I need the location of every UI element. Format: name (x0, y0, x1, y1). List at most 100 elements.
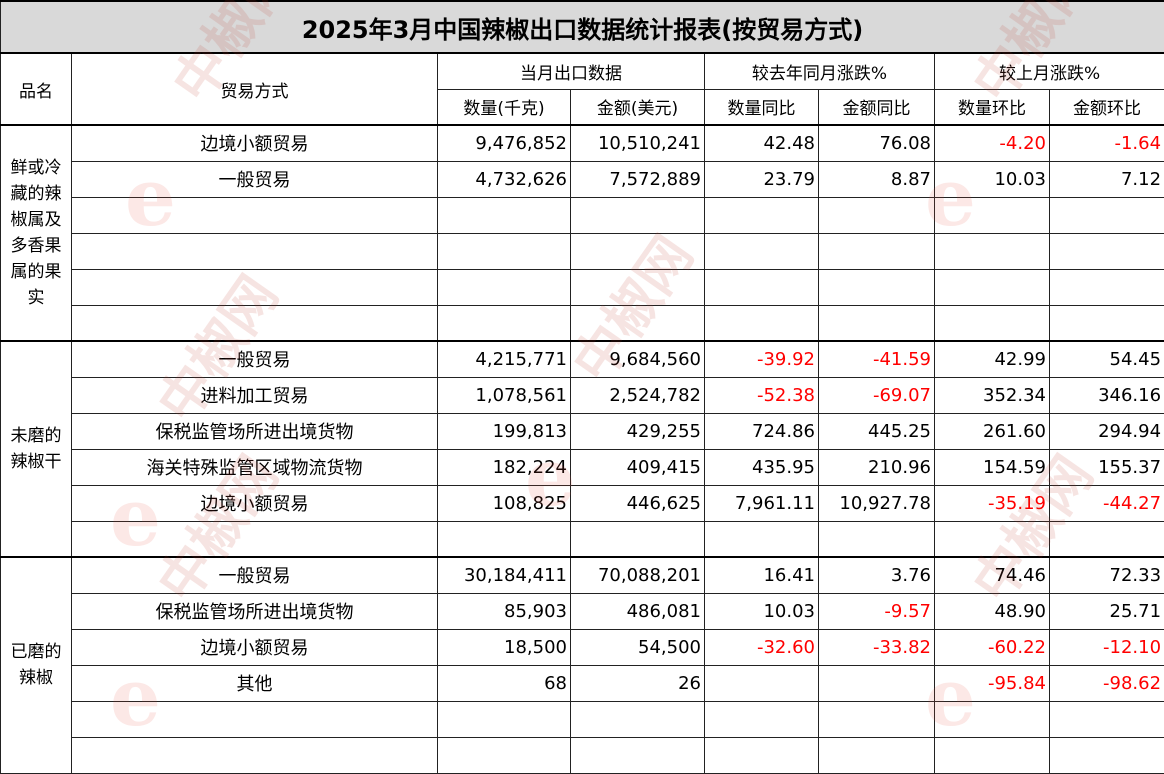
qty-yoy-cell (705, 521, 819, 557)
amount-yoy-cell (819, 305, 935, 341)
qty-cell: 85,903 (438, 593, 571, 629)
trade-mode-cell: 边境小额贸易 (72, 125, 438, 161)
amount-mom-cell: 155.37 (1050, 449, 1164, 485)
qty-mom-cell: 154.59 (935, 449, 1050, 485)
amount-cell (571, 197, 705, 233)
table-row (1, 305, 1164, 341)
qty-yoy-cell (705, 197, 819, 233)
table-row (1, 737, 1164, 773)
amount-yoy-cell: 445.25 (819, 413, 935, 449)
amount-mom-cell (1050, 197, 1164, 233)
header-yoy: 较去年同月涨跌% (705, 53, 935, 89)
amount-cell: 9,684,560 (571, 341, 705, 377)
table-row: 已磨的辣椒一般贸易30,184,41170,088,20116.413.7674… (1, 557, 1164, 593)
qty-yoy-cell: -52.38 (705, 377, 819, 413)
trade-mode-cell (72, 233, 438, 269)
qty-cell: 68 (438, 665, 571, 701)
amount-yoy-cell (819, 269, 935, 305)
qty-yoy-cell (705, 701, 819, 737)
qty-cell: 4,215,771 (438, 341, 571, 377)
qty-mom-cell: 42.99 (935, 341, 1050, 377)
table-row: 边境小额贸易108,825446,6257,961.1110,927.78-35… (1, 485, 1164, 521)
amount-mom-cell (1050, 737, 1164, 773)
qty-cell (438, 701, 571, 737)
amount-mom-cell (1050, 521, 1164, 557)
qty-mom-cell: 261.60 (935, 413, 1050, 449)
qty-mom-cell: 74.46 (935, 557, 1050, 593)
amount-cell: 7,572,889 (571, 161, 705, 197)
qty-cell (438, 197, 571, 233)
trade-mode-cell (72, 521, 438, 557)
amount-yoy-cell: -69.07 (819, 377, 935, 413)
amount-yoy-cell: 8.87 (819, 161, 935, 197)
table-row (1, 701, 1164, 737)
qty-yoy-cell: -39.92 (705, 341, 819, 377)
qty-cell: 199,813 (438, 413, 571, 449)
amount-cell (571, 521, 705, 557)
amount-yoy-cell: 210.96 (819, 449, 935, 485)
trade-mode-cell: 海关特殊监管区域物流货物 (72, 449, 438, 485)
qty-cell (438, 269, 571, 305)
table-row (1, 197, 1164, 233)
trade-mode-cell: 保税监管场所进出境货物 (72, 593, 438, 629)
amount-cell (571, 269, 705, 305)
qty-mom-cell: -35.19 (935, 485, 1050, 521)
table-row (1, 269, 1164, 305)
product-name: 未磨的辣椒干 (1, 341, 72, 557)
export-report-table: 2025年3月中国辣椒出口数据统计报表(按贸易方式) 品名 贸易方式 当月出口数… (0, 0, 1164, 774)
qty-yoy-cell: 23.79 (705, 161, 819, 197)
table-row: 保税监管场所进出境货物199,813429,255724.86445.25261… (1, 413, 1164, 449)
amount-cell (571, 701, 705, 737)
qty-mom-cell: -60.22 (935, 629, 1050, 665)
amount-yoy-cell: -9.57 (819, 593, 935, 629)
header-mom: 较上月涨跌% (935, 53, 1164, 89)
amount-mom-cell: 54.45 (1050, 341, 1164, 377)
header-product: 品名 (1, 53, 72, 125)
amount-yoy-cell: 3.76 (819, 557, 935, 593)
qty-cell: 182,224 (438, 449, 571, 485)
qty-cell: 30,184,411 (438, 557, 571, 593)
header-trade-mode: 贸易方式 (72, 53, 438, 125)
amount-yoy-cell (819, 233, 935, 269)
qty-yoy-cell: -32.60 (705, 629, 819, 665)
trade-mode-cell: 其他 (72, 665, 438, 701)
qty-cell (438, 521, 571, 557)
amount-mom-cell (1050, 701, 1164, 737)
trade-mode-cell: 保税监管场所进出境货物 (72, 413, 438, 449)
qty-mom-cell: 48.90 (935, 593, 1050, 629)
amount-yoy-cell (819, 701, 935, 737)
table-row: 其他6826-95.84-98.62 (1, 665, 1164, 701)
amount-yoy-cell: -41.59 (819, 341, 935, 377)
qty-yoy-cell: 10.03 (705, 593, 819, 629)
trade-mode-cell (72, 197, 438, 233)
trade-mode-cell: 一般贸易 (72, 557, 438, 593)
qty-mom-cell: 10.03 (935, 161, 1050, 197)
qty-yoy-cell (705, 269, 819, 305)
amount-cell: 409,415 (571, 449, 705, 485)
amount-cell: 2,524,782 (571, 377, 705, 413)
amount-cell: 446,625 (571, 485, 705, 521)
table-row (1, 521, 1164, 557)
amount-mom-cell: 25.71 (1050, 593, 1164, 629)
qty-mom-cell (935, 269, 1050, 305)
qty-cell: 18,500 (438, 629, 571, 665)
qty-yoy-cell: 724.86 (705, 413, 819, 449)
trade-mode-cell (72, 305, 438, 341)
table-row: 一般贸易4,732,6267,572,88923.798.8710.037.12 (1, 161, 1164, 197)
amount-cell: 54,500 (571, 629, 705, 665)
amount-mom-cell: 72.33 (1050, 557, 1164, 593)
amount-yoy-cell (819, 665, 935, 701)
amount-mom-cell: 346.16 (1050, 377, 1164, 413)
qty-cell: 1,078,561 (438, 377, 571, 413)
amount-yoy-cell (819, 521, 935, 557)
amount-mom-cell: -98.62 (1050, 665, 1164, 701)
amount-cell: 429,255 (571, 413, 705, 449)
trade-mode-cell: 边境小额贸易 (72, 485, 438, 521)
amount-cell (571, 233, 705, 269)
amount-mom-cell: 294.94 (1050, 413, 1164, 449)
qty-yoy-cell (705, 665, 819, 701)
amount-yoy-cell (819, 737, 935, 773)
amount-yoy-cell: 76.08 (819, 125, 935, 161)
amount-cell: 486,081 (571, 593, 705, 629)
qty-mom-cell: -95.84 (935, 665, 1050, 701)
